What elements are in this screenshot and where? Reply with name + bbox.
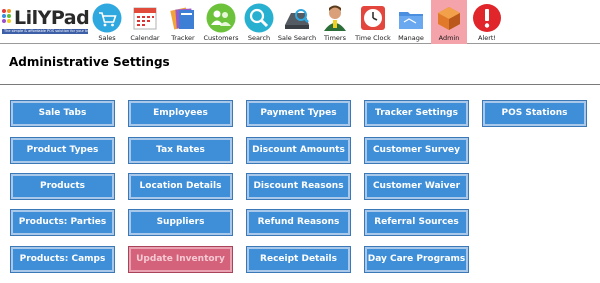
- nav-item-timers[interactable]: Timers: [317, 0, 353, 44]
- day-care-programs-button[interactable]: Day Care Programs: [364, 246, 469, 273]
- nav-item-admin[interactable]: Admin: [431, 0, 467, 44]
- discount-amounts-button[interactable]: Discount Amounts: [246, 137, 351, 164]
- register-icon: [285, 9, 309, 29]
- title-divider: [0, 84, 600, 85]
- lilypad-logo[interactable]: LilYPad The simple & affordable POS solu…: [2, 7, 90, 37]
- customer-waiver-button[interactable]: Customer Waiver: [364, 173, 469, 200]
- staff-icon: [324, 5, 346, 31]
- nav-item-sale-search[interactable]: Sale Search: [278, 0, 316, 44]
- referral-sources-button[interactable]: Referral Sources: [364, 209, 469, 236]
- customer-survey-button[interactable]: Customer Survey: [364, 137, 469, 164]
- nav-item-customers[interactable]: Customers: [203, 0, 239, 44]
- refund-reasons-button[interactable]: Refund Reasons: [246, 209, 351, 236]
- pos-stations-button[interactable]: POS Stations: [482, 100, 587, 127]
- logo-text: LilYPad: [14, 7, 90, 29]
- nav-item-search[interactable]: Search: [241, 0, 277, 44]
- products-camps-button[interactable]: Products: Camps: [10, 246, 115, 273]
- tracker-settings-button[interactable]: Tracker Settings: [364, 100, 469, 127]
- people-icon: [206, 3, 236, 33]
- logo-tagline: The simple & affordable POS solution for…: [2, 29, 88, 34]
- alert-icon: [473, 4, 501, 32]
- nav-item-alert[interactable]: Alert!: [469, 0, 505, 44]
- update-inventory-button[interactable]: Update Inventory: [128, 246, 233, 273]
- folders-icon: [170, 7, 194, 30]
- magnifier-icon: [244, 3, 274, 33]
- location-details-button[interactable]: Location Details: [128, 173, 233, 200]
- nav-label: Alert!: [477, 34, 497, 42]
- payment-types-button[interactable]: Payment Types: [246, 100, 351, 127]
- clock-icon: [361, 6, 385, 30]
- nav-item-time-clock[interactable]: Time Clock: [355, 0, 391, 44]
- nav-item-calendar[interactable]: Calendar: [127, 0, 163, 44]
- sale-tabs-button[interactable]: Sale Tabs: [10, 100, 115, 127]
- products-button[interactable]: Products: [10, 173, 115, 200]
- nav-item-manage[interactable]: Manage: [393, 0, 429, 44]
- employees-button[interactable]: Employees: [128, 100, 233, 127]
- folder-icon: [399, 12, 423, 29]
- nav-item-tracker[interactable]: Tracker: [165, 0, 201, 44]
- receipt-details-button[interactable]: Receipt Details: [246, 246, 351, 273]
- discount-reasons-button[interactable]: Discount Reasons: [246, 173, 351, 200]
- shopping-cart-icon: [92, 3, 122, 33]
- page-title: Administrative Settings: [9, 55, 170, 69]
- suppliers-button[interactable]: Suppliers: [128, 209, 233, 236]
- product-types-button[interactable]: Product Types: [10, 137, 115, 164]
- logo-dots-icon: [2, 9, 14, 27]
- products-parties-button[interactable]: Products: Parties: [10, 209, 115, 236]
- nav-item-sales[interactable]: Sales: [89, 0, 125, 44]
- admin-cube-icon: [438, 7, 460, 30]
- calendar-icon: [133, 7, 157, 30]
- tax-rates-button[interactable]: Tax Rates: [128, 137, 233, 164]
- top-navigation-bar: LilYPad The simple & affordable POS solu…: [0, 0, 600, 44]
